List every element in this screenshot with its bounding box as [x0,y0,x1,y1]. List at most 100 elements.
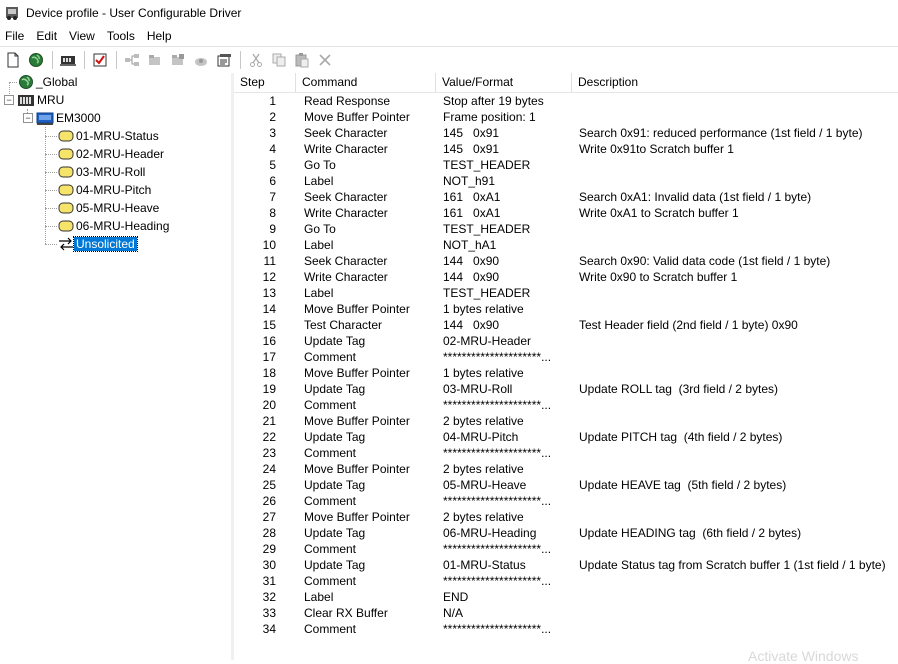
tag-icon [58,202,74,214]
table-row[interactable]: 6 Label NOT_h91 [234,173,898,189]
menu-file[interactable]: File [0,29,30,43]
folder-add-icon[interactable] [144,49,166,71]
tree-node-tag[interactable]: 04-MRU-Pitch [58,181,153,199]
description-cell: Write 0x90 to Scratch buffer 1 [579,270,738,284]
tree-node-tag[interactable]: 02-MRU-Header [58,145,166,163]
table-row[interactable]: 9 Go To TEST_HEADER [234,221,898,237]
table-row[interactable]: 31 Comment *********************... [234,573,898,589]
step-cell: 6 [269,174,276,188]
step-cell: 1 [269,94,276,108]
column-header-step[interactable]: Step [234,73,296,92]
tree-node-tag[interactable]: 03-MRU-Roll [58,163,147,181]
properties-icon[interactable] [213,49,235,71]
tree-node-em3000[interactable]: EM3000 [36,109,103,127]
value-cell: *********************... [443,622,552,636]
tree-node-global[interactable]: _Global [18,73,79,91]
checklist-icon[interactable] [89,49,111,71]
table-row[interactable]: 22 Update Tag 04-MRU-Pitch Update PITCH tag… [234,429,898,445]
description-cell [572,365,898,381]
camera-add-icon[interactable] [190,49,212,71]
menu-help[interactable]: Help [141,29,178,43]
step-cell: 28 [262,526,276,540]
globe-icon[interactable] [25,49,47,71]
value-cell: *********************... [443,494,552,508]
table-row[interactable]: 34 Comment *********************... [234,621,898,637]
cut-icon[interactable] [245,49,267,71]
tree-node-tag[interactable]: 05-MRU-Heave [58,199,161,217]
delete-icon[interactable] [314,49,336,71]
step-cell: 5 [269,158,276,172]
table-row[interactable]: 8 Write Character 161 0xA1 Write 0xA1 to Sc… [234,205,898,221]
table-row[interactable]: 18 Move Buffer Pointer 1 bytes relative [234,365,898,381]
tree-label-tag: 01-MRU-Status [76,129,159,143]
tree-label-global: _Global [36,75,78,89]
menu-tools[interactable]: Tools [101,29,141,43]
column-header-description[interactable]: Description [572,73,898,92]
tree-node-tag[interactable]: 06-MRU-Heading [58,217,171,235]
table-row[interactable]: 29 Comment *********************... [234,541,898,557]
table-row[interactable]: 23 Comment *********************... [234,445,898,461]
tree-node-mru[interactable]: MRU [17,91,66,109]
table-row[interactable]: 3 Seek Character 145 0x91 Search 0x91: redu… [234,125,898,141]
collapse-mru-toggle[interactable]: − [4,95,14,105]
folder-copy-icon[interactable] [167,49,189,71]
table-row[interactable]: 2 Move Buffer Pointer Frame position: 1 [234,109,898,125]
command-grid[interactable]: Step Command Value/Format Description 1 R… [234,73,898,660]
command-cell: Label [304,286,334,300]
description-cell [572,445,898,461]
table-row[interactable]: 12 Write Character 144 0x90 Write 0x90 to S… [234,269,898,285]
command-cell: Test Character [304,318,383,332]
new-document-icon[interactable] [2,49,24,71]
table-row[interactable]: 25 Update Tag 05-MRU-Heave Update HEAVE tag… [234,477,898,493]
tree-connector [45,172,57,173]
value-cell: *********************... [443,574,552,588]
table-row[interactable]: 20 Comment *********************... [234,397,898,413]
tree-view[interactable]: _Global − MRU − EM3000 01-MRU-Status 02-… [0,73,232,660]
menu-edit[interactable]: Edit [30,29,63,43]
step-cell: 29 [262,542,276,556]
tree-node-tag[interactable]: 01-MRU-Status [58,127,161,145]
tree-label-tag: 05-MRU-Heave [76,201,160,215]
paste-icon[interactable] [291,49,313,71]
table-row[interactable]: 4 Write Character 145 0x91 Write 0x91to Scr… [234,141,898,157]
column-header-command[interactable]: Command [296,73,436,92]
device-icon[interactable] [57,49,79,71]
table-row[interactable]: 21 Move Buffer Pointer 2 bytes relative [234,413,898,429]
title-bar: Device profile - User Configurable Drive… [0,0,898,26]
table-row[interactable]: 10 Label NOT_hA1 [234,237,898,253]
description-cell [572,589,898,605]
step-cell: 17 [262,350,276,364]
table-row[interactable]: 24 Move Buffer Pointer 2 bytes relative [234,461,898,477]
command-cell: Label [304,238,334,252]
value-cell: 01-MRU-Status [443,558,526,572]
table-row[interactable]: 26 Comment *********************... [234,493,898,509]
table-row[interactable]: 1 Read Response Stop after 19 bytes [234,93,898,109]
menu-view[interactable]: View [63,29,101,43]
copy-icon[interactable] [268,49,290,71]
tree-add-icon[interactable] [121,49,143,71]
table-row[interactable]: 15 Test Character 144 0x90 Test Header fiel… [234,317,898,333]
value-cell: 161 0xA1 [443,206,501,220]
exchange-arrows-icon [58,237,74,251]
step-cell: 9 [269,222,276,236]
tree-connector [45,154,57,155]
table-row[interactable]: 33 Clear RX Buffer N/A [234,605,898,621]
table-row[interactable]: 30 Update Tag 01-MRU-Status Update Status t… [234,557,898,573]
value-cell: 144 0x90 [443,270,500,284]
collapse-em3000-toggle[interactable]: − [23,113,33,123]
step-cell: 23 [262,446,276,460]
table-row[interactable]: 32 Label END [234,589,898,605]
table-row[interactable]: 17 Comment *********************... [234,349,898,365]
table-row[interactable]: 14 Move Buffer Pointer 1 bytes relative [234,301,898,317]
column-header-value[interactable]: Value/Format [436,73,572,92]
table-row[interactable]: 16 Update Tag 02-MRU-Header [234,333,898,349]
table-row[interactable]: 13 Label TEST_HEADER [234,285,898,301]
description-cell [572,397,898,413]
table-row[interactable]: 19 Update Tag 03-MRU-Roll Update ROLL tag (… [234,381,898,397]
tree-node-unsolicited[interactable]: Unsolicited [58,235,138,253]
table-row[interactable]: 7 Seek Character 161 0xA1 Search 0xA1: Inva… [234,189,898,205]
table-row[interactable]: 28 Update Tag 06-MRU-Heading Update HEADING… [234,525,898,541]
table-row[interactable]: 27 Move Buffer Pointer 2 bytes relative [234,509,898,525]
table-row[interactable]: 5 Go To TEST_HEADER [234,157,898,173]
table-row[interactable]: 11 Seek Character 144 0x90 Search 0x90: Val… [234,253,898,269]
